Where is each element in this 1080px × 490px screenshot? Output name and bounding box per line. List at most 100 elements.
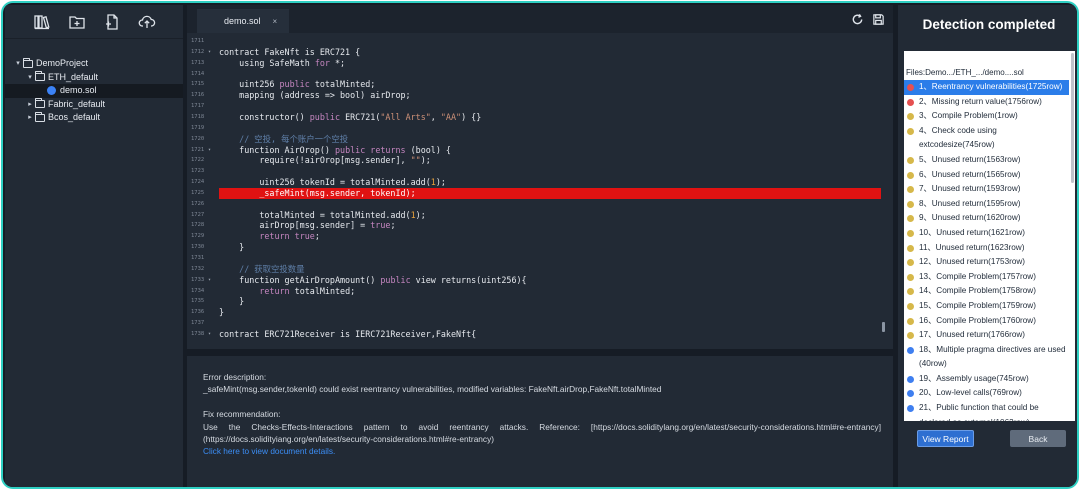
severity-dot-icon [907,113,914,121]
result-item[interactable]: 2、Missing return value(1756row) [904,95,1069,110]
code-text: } [219,242,245,253]
app-window: ▾ DemoProject ▾ ETH_default demo.sol ▸ Fabric_… [1,1,1079,489]
result-item[interactable]: 8、Unused return(1595row) [904,197,1069,212]
result-item[interactable]: 5、Unused return(1563row) [904,153,1069,168]
code-line: 1727 totalMinted = totalMinted.add(1); [187,210,893,221]
code-line: 1736} [187,307,893,318]
tree-item-label: Fabric_default [48,98,106,109]
folder-icon [23,57,33,68]
line-number: 1732 [191,265,205,272]
result-item[interactable]: 6、Unused return(1565row) [904,168,1069,183]
result-item[interactable]: 16、Compile Problem(1760row) [904,314,1069,329]
save-icon[interactable] [871,12,885,26]
result-item-label: 2、Missing return value(1756row) [919,96,1042,106]
refresh-icon[interactable] [850,12,864,26]
severity-dot-icon [907,317,914,325]
library-icon[interactable] [31,11,53,33]
line-number: 1711 [191,38,205,44]
result-item-label: 6、Unused return(1565row) [919,169,1021,179]
error-description-text: _safeMint(msg.sender,tokenId) could exis… [203,384,662,395]
code-line: 1737 [187,318,893,329]
result-item[interactable]: 1、Reentrancy vulnerabilities(1725row) [904,80,1069,95]
tab-demo-sol[interactable]: demo.sol × [197,9,289,33]
result-item[interactable]: 21、Public function that could be declare… [904,401,1069,421]
line-number: 1731 [191,255,205,261]
code-text: contract ERC721Receiver is IERC721Receiv… [219,328,477,339]
tree-item-bcos-default[interactable]: ▸ Bcos_default [5,111,183,125]
result-item-label: 13、Compile Problem(1757row) [919,271,1036,281]
upload-icon[interactable] [136,11,158,33]
code-text: return true; [259,231,320,242]
result-item[interactable]: 20、Low-level calls(769row) [904,386,1069,401]
line-number: 1728 [191,222,205,229]
code-line: 1721 ▾ function AirOrop() public returns … [187,145,893,156]
tree-item-demoproject[interactable]: ▾ DemoProject [5,57,183,71]
code-line: 1720 // 空投, 每个账户一个空投 [187,134,893,145]
view-report-button[interactable]: View Report [917,430,974,447]
view-document-link[interactable]: Click here to view document details. [203,445,881,457]
fold-toggle-icon[interactable]: ▾ [208,329,211,340]
result-item[interactable]: 10、Unused return(1621row) [904,226,1069,241]
line-number: 1736 [191,309,205,316]
line-number: 1722 [191,157,205,164]
severity-dot-icon [907,405,914,413]
new-folder-icon[interactable] [66,11,88,33]
result-item[interactable]: 3、Compile Problem(1row) [904,109,1069,124]
code-line: 1717 [187,101,893,112]
result-item-label: 18、Multiple pragma directives are used (… [919,344,1066,369]
result-item[interactable]: 14、Compile Problem(1758row) [904,284,1069,299]
result-item[interactable]: 13、Compile Problem(1757row) [904,270,1069,285]
result-item[interactable]: 12、Unused return(1753row) [904,255,1069,270]
line-number: 1724 [191,179,205,186]
chevron-right-icon[interactable]: ▸ [25,111,35,125]
chevron-down-icon[interactable]: ▾ [13,57,23,71]
solidity-file-icon [47,86,56,96]
result-item-label: 20、Low-level calls(769row) [919,388,1022,398]
code-line: 1716 mapping (address => bool) airDrop; [187,90,893,101]
error-description-title: Error description: [203,372,267,382]
chevron-right-icon[interactable]: ▸ [25,98,35,112]
fold-toggle-icon[interactable]: ▾ [208,47,211,58]
severity-dot-icon [907,346,914,354]
line-number: 1719 [191,124,205,131]
result-item[interactable]: 19、Assembly usage(745row) [904,372,1069,387]
tree-item-demo-sol[interactable]: demo.sol [5,84,183,98]
result-item[interactable]: 4、Check code using extcodesize(745row) [904,124,1069,153]
code-line: 1738 ▾ contract ERC721Receiver is IERC721R… [187,329,893,340]
line-number: 1721 [191,146,205,153]
chevron-down-icon[interactable]: ▾ [25,71,35,85]
tab-close-icon[interactable]: × [273,17,278,26]
tree-item-fabric-default[interactable]: ▸ Fabric_default [5,98,183,112]
line-number: 1735 [191,298,205,305]
result-item-label: 16、Compile Problem(1760row) [919,315,1036,325]
result-item[interactable]: 11、Unused return(1623row) [904,241,1069,256]
project-sidebar: ▾ DemoProject ▾ ETH_default demo.sol ▸ Fabric_… [5,5,183,487]
fold-toggle-icon[interactable]: ▾ [208,275,211,286]
code-text: } [219,307,225,318]
code-text: airDrop[msg.sender] = true; [219,220,396,231]
editor-scrollbar[interactable] [882,322,885,332]
result-item[interactable]: 18、Multiple pragma directives are used (… [904,343,1069,372]
tree-item-label: demo.sol [60,85,97,95]
results-scrollbar[interactable] [1071,53,1074,183]
result-item[interactable]: 9、Unused return(1620row) [904,211,1069,226]
code-text: uint256 public totalMinted; [219,79,376,90]
result-item[interactable]: 17、Unused return(1766row) [904,328,1069,343]
severity-dot-icon [907,259,914,267]
folder-icon [35,98,45,109]
code-area[interactable]: 1711 1712 ▾ contract FakeNft is ERC721 {171… [187,35,893,345]
severity-dot-icon [907,302,914,310]
fold-toggle-icon[interactable]: ▾ [208,145,211,156]
result-item-label: 15、Compile Problem(1759row) [919,300,1036,310]
back-button[interactable]: Back [1010,430,1066,447]
fix-recommendation-title: Fix recommendation: [203,409,281,420]
line-number: 1733 [191,276,205,283]
new-file-icon[interactable] [101,11,123,33]
result-item[interactable]: 7、Unused return(1593row) [904,182,1069,197]
result-item[interactable]: 15、Compile Problem(1759row) [904,299,1069,314]
tree-item-eth-default[interactable]: ▾ ETH_default [5,71,183,85]
fix-recommendation-text: Use the Checks-Effects-Interactions patt… [203,421,881,432]
severity-dot-icon [907,229,914,237]
result-item-label: 14、Compile Problem(1758row) [919,286,1036,296]
severity-dot-icon [907,288,914,296]
